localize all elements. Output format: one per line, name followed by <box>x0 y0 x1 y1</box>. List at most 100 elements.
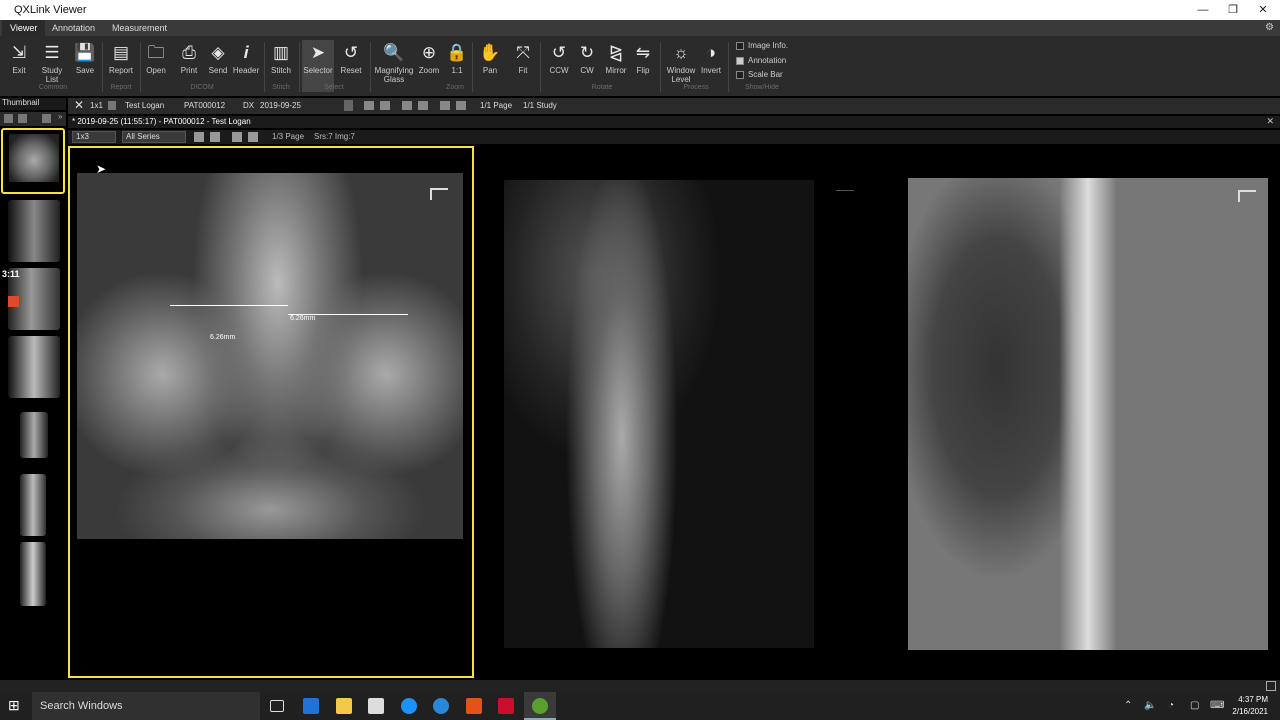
collapse-icon[interactable]: » <box>58 112 62 121</box>
rotate-ccw-button[interactable]: ↺ CCW <box>545 40 573 92</box>
toolbar-icon[interactable] <box>456 101 466 110</box>
tab-measurement[interactable]: Measurement <box>104 20 175 36</box>
series-tool-icon[interactable] <box>248 132 258 142</box>
viewport-pane[interactable] <box>476 146 878 678</box>
zoom-in-icon: ⊕ <box>421 43 437 62</box>
viewport-pane-active[interactable]: 6.26mm 6.26mm ➤ <box>68 146 474 678</box>
thumbnail-header: Thumbnail <box>0 98 66 110</box>
thumb-tool-icon[interactable] <box>4 114 13 123</box>
group-label-dicom: DICOM <box>190 84 214 91</box>
settings-icon[interactable]: ⚙ <box>1265 22 1274 33</box>
modality: DX <box>243 101 255 110</box>
title-bar: QXLink Viewer — ❐ ✕ <box>0 0 1280 20</box>
group-label-stitch: Stitch <box>272 84 290 91</box>
tab-viewer[interactable]: Viewer <box>2 20 46 36</box>
measurement-line[interactable] <box>170 305 288 306</box>
exit-button[interactable]: ⇲ Exit <box>6 40 32 92</box>
orientation-marker <box>836 190 854 202</box>
rotate-cw-icon: ↻ <box>579 43 595 62</box>
toolbar-icon[interactable] <box>380 101 390 110</box>
thumbnail-item[interactable] <box>20 474 46 536</box>
thumb-tool-icon[interactable] <box>18 114 27 123</box>
thumb-tool-icon[interactable] <box>42 114 51 123</box>
header-button[interactable]: 𝒊 Header <box>231 40 261 92</box>
tab-annotation[interactable]: Annotation <box>44 20 103 36</box>
office-icon[interactable] <box>466 698 482 714</box>
zoom-button[interactable]: ⊕ Zoom <box>416 40 442 92</box>
measurement-label: 6.26mm <box>290 315 316 322</box>
minimize-button[interactable]: — <box>1188 1 1218 19</box>
layout-selector[interactable]: 1x1 <box>90 101 103 110</box>
image-info-checkbox[interactable]: Image Info. <box>736 41 788 53</box>
close-button[interactable]: ✕ <box>1248 1 1278 19</box>
divider <box>540 42 541 92</box>
scale-bar-checkbox[interactable]: Scale Bar <box>736 70 783 82</box>
measurement-label: 6.26mm <box>210 334 236 341</box>
group-label-show-hide: Show/Hide <box>745 84 779 91</box>
pan-button[interactable]: ✋ Pan <box>476 40 504 92</box>
image-viewport[interactable]: 6.26mm 6.26mm ➤ <box>68 146 1280 678</box>
edge-icon[interactable] <box>303 698 319 714</box>
ie-icon[interactable] <box>401 698 417 714</box>
series-bar: 1x3 All Series 1/3 Page Srs:7 Img:7 <box>68 130 1280 144</box>
orientation-marker <box>430 188 448 200</box>
app-icon[interactable] <box>498 698 514 714</box>
network-icon[interactable]: ◔ <box>1168 700 1174 711</box>
layout-dropdown-icon[interactable] <box>108 101 116 110</box>
patient-name: Test Logan <box>125 101 165 110</box>
teamviewer-icon[interactable] <box>433 698 449 714</box>
annotation-checkbox[interactable]: Annotation <box>736 56 786 68</box>
store-icon[interactable] <box>368 698 384 714</box>
study-dropdown-icon[interactable] <box>344 100 353 111</box>
toolbar-icon[interactable] <box>418 101 428 110</box>
fit-button[interactable]: ⤧ Fit <box>510 40 536 92</box>
clock-date[interactable]: 2/16/2021 <box>1230 707 1268 716</box>
toolbar-icon[interactable] <box>440 101 450 110</box>
series-page-indicator: 1/3 Page <box>272 132 305 141</box>
orientation-marker <box>1238 190 1256 202</box>
clock-time[interactable]: 4:37 PM <box>1236 695 1268 704</box>
hand-icon: ✋ <box>479 43 501 62</box>
grid-icon[interactable] <box>1266 681 1276 691</box>
thumbnail-item[interactable] <box>8 336 60 398</box>
toolbar-icon[interactable] <box>402 101 412 110</box>
close-study-icon[interactable]: ✕ <box>74 98 84 112</box>
close-series-icon[interactable]: ✕ <box>1266 116 1274 127</box>
invert-icon: ◑ <box>705 43 717 62</box>
magnifying-glass-button[interactable]: 🔍 Magnifying Glass <box>372 40 416 92</box>
series-tool-icon[interactable] <box>232 132 242 142</box>
thumbnail-item[interactable] <box>20 412 48 458</box>
viewport-pane[interactable] <box>880 146 1280 678</box>
toolbar-icon[interactable] <box>364 101 374 110</box>
status-bar <box>0 680 1280 692</box>
open-button[interactable]: 🗀 Open <box>142 40 170 92</box>
series-tool-icon[interactable] <box>210 132 220 142</box>
stop-record-icon[interactable] <box>8 296 19 307</box>
divider <box>472 42 473 92</box>
flip-icon: ⇋ <box>635 43 651 62</box>
series-filter-select[interactable]: All Series <box>122 131 186 143</box>
divider <box>299 42 300 92</box>
xray-lumbar-image <box>504 180 814 648</box>
file-explorer-icon[interactable] <box>336 698 352 714</box>
volume-icon[interactable]: 🔈 <box>1144 700 1156 711</box>
thumbnail-item[interactable] <box>20 542 46 606</box>
thumbnail-item[interactable] <box>8 200 60 262</box>
maximize-button[interactable]: ❐ <box>1218 1 1248 19</box>
thumbnail-item-selected[interactable] <box>1 128 65 194</box>
keyboard-icon[interactable]: ⌨ <box>1210 700 1224 711</box>
series-layout-select[interactable]: 1x3 <box>72 131 116 143</box>
report-icon: ▤ <box>112 43 130 62</box>
window-title: QXLink Viewer <box>14 4 87 16</box>
study-header: * 2019-09-25 (11:55:17) - PAT000012 - Te… <box>72 117 251 126</box>
flip-button[interactable]: ⇋ Flip <box>630 40 656 92</box>
series-tool-icon[interactable] <box>194 132 204 142</box>
reset-icon: ↺ <box>343 43 359 62</box>
task-view-icon[interactable] <box>270 700 284 712</box>
taskbar: ⊞ Search Windows ⌃ 🔈 ◔ ▢ ⌨ 4:37 PM 2/16/… <box>0 692 1280 720</box>
group-label-zoom: Zoom <box>446 84 464 91</box>
chevron-up-icon[interactable]: ⌃ <box>1124 700 1132 711</box>
notification-icon[interactable]: ▢ <box>1190 700 1199 711</box>
lock-icon: 🔒 <box>446 43 468 62</box>
windows-start-icon[interactable]: ⊞ <box>8 698 23 713</box>
